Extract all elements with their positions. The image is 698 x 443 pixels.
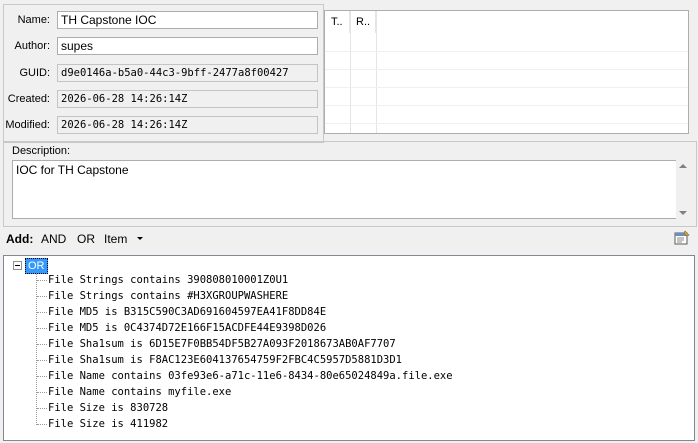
tree-connector-line (37, 424, 47, 426)
created-label: Created: (7, 93, 50, 105)
root-or-node[interactable]: OR (25, 258, 48, 274)
add-toolbar: Add: AND OR Item (0, 228, 698, 250)
tree-item[interactable]: File Size is 830728 (48, 401, 168, 415)
author-label: Author: (14, 40, 50, 52)
tree-connector-line (37, 360, 47, 362)
tree-item[interactable]: File Name contains 03fe93e6-a71c-11e6-84… (48, 369, 453, 383)
tree-item[interactable]: File Strings contains #H3XGROUPWASHERE (48, 289, 288, 303)
modified-label: Modified: (5, 119, 50, 131)
grid-row-line (325, 87, 688, 88)
tree-item[interactable]: File Strings contains 390808010001Z0U1 (48, 273, 288, 287)
tree-connector-line (37, 296, 47, 298)
created-field: 2026-06-28 14:26:14Z (57, 90, 318, 108)
description-field[interactable]: IOC for TH Capstone (12, 160, 678, 219)
name-field[interactable]: TH Capstone IOC (57, 11, 318, 29)
add-or-button[interactable]: OR (77, 231, 95, 247)
tree-connector-line (37, 392, 47, 394)
tree-connector-line (37, 376, 47, 378)
grid-row-line (325, 51, 688, 52)
column-divider (350, 11, 351, 133)
column-divider (376, 11, 377, 133)
properties-icon[interactable] (674, 230, 690, 246)
grid-row-line (325, 105, 688, 106)
grid-row-line (325, 69, 688, 70)
add-and-button[interactable]: AND (41, 231, 66, 247)
guid-field: d9e0146a-b5a0-44c3-9bff-2477a8f00427 (57, 64, 318, 82)
add-item-dropdown[interactable]: Item (104, 231, 127, 247)
name-label: Name: (17, 14, 50, 26)
tree-item[interactable]: File MD5 is B315C590C3AD691604597EA41F8D… (48, 305, 326, 319)
description-scrollbar[interactable] (676, 160, 690, 219)
chevron-down-icon[interactable] (137, 237, 143, 240)
column-header-r[interactable]: R.. (350, 11, 376, 33)
grid-row-line (325, 123, 688, 124)
column-header-type[interactable]: T.. (325, 11, 350, 33)
tree-connector-line (37, 408, 47, 410)
tree-connector-line (37, 344, 47, 346)
tree-item[interactable]: File Name contains myfile.exe (48, 385, 231, 399)
tree-item[interactable]: File MD5 is 0C4374D72E166F15ACDFE44E9398… (48, 321, 326, 335)
tree-connector-line (37, 280, 47, 282)
tree-connector-line (37, 312, 47, 314)
scroll-down-icon[interactable] (679, 211, 687, 215)
tree-connector-line (37, 328, 47, 330)
collapse-icon[interactable] (13, 261, 22, 270)
tree-item[interactable]: File Sha1sum is F8AC123E604137654759F2FB… (48, 353, 402, 367)
modified-field: 2026-06-28 14:26:14Z (57, 116, 318, 134)
author-field[interactable]: supes (57, 37, 318, 55)
parameters-list[interactable]: T.. R.. (324, 10, 689, 134)
scroll-up-icon[interactable] (679, 164, 687, 168)
guid-label: GUID: (19, 67, 50, 79)
tree-item[interactable]: File Size is 411982 (48, 417, 168, 431)
indicator-tree[interactable]: OR File Strings contains 390808010001Z0U… (3, 255, 695, 441)
description-label: Description: (12, 145, 71, 157)
add-label: Add: (6, 232, 34, 246)
tree-item[interactable]: File Sha1sum is 6D15E7F0BB54DF5B27A093F2… (48, 337, 396, 351)
